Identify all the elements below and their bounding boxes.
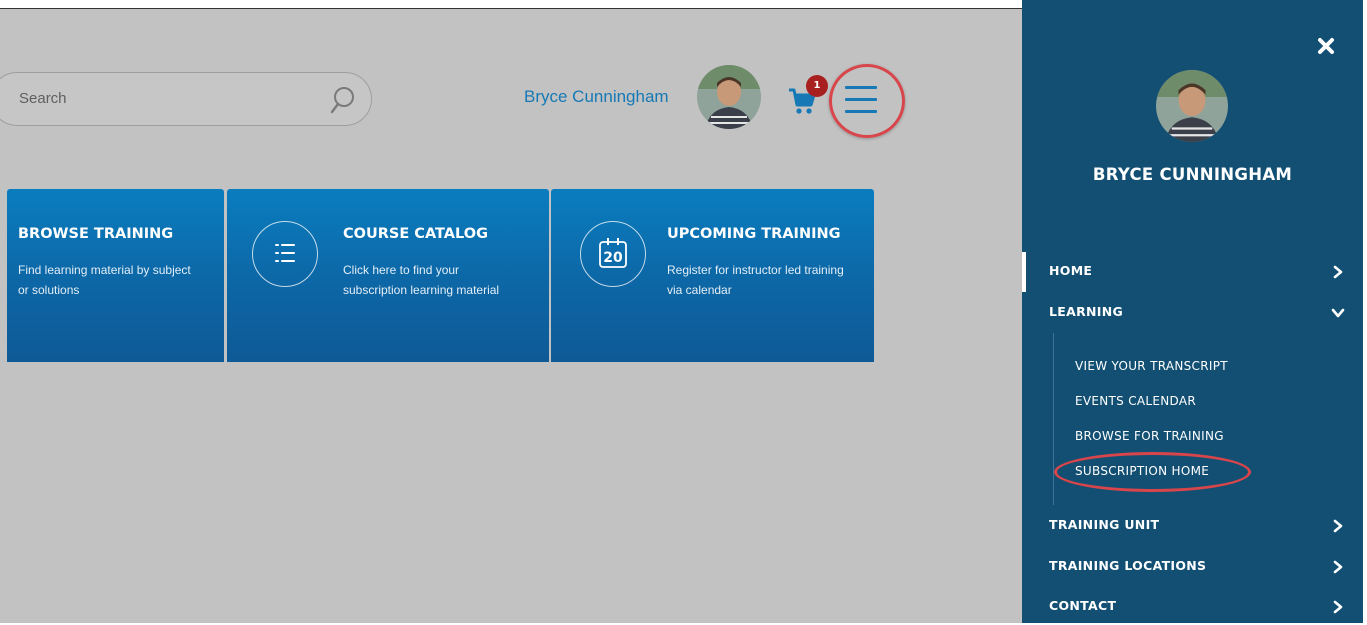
sidebar-item-label: HOME [1049, 263, 1093, 278]
sidebar-item-label: LEARNING [1049, 304, 1124, 319]
search-icon[interactable] [329, 85, 357, 115]
calendar-icon-text: 20 [603, 250, 623, 266]
sidebar-item-label: TRAINING UNIT [1049, 517, 1160, 532]
card-description: Register for instructor led training via… [667, 263, 844, 297]
side-menu: BRYCE CUNNINGHAM HOME LEARNING VIEW YOUR… [1022, 0, 1363, 623]
sidebar-item-training-locations[interactable]: TRAINING LOCATIONS [1049, 558, 1345, 578]
sidebar-item-contact[interactable]: CONTACT [1049, 598, 1345, 618]
card-title: BROWSE TRAINING [18, 226, 174, 242]
sidebar-item-training-unit[interactable]: TRAINING UNIT [1049, 517, 1345, 537]
cart-count-badge: 1 [806, 75, 828, 97]
submenu-item-browse-training[interactable]: BROWSE FOR TRAINING [1075, 429, 1224, 443]
header-user-name[interactable]: Bryce Cunningham [524, 87, 669, 107]
card-course-catalog[interactable]: COURSE CATALOG Click here to find your s… [227, 189, 549, 362]
sidebar-item-label: TRAINING LOCATIONS [1049, 558, 1207, 573]
sidebar-user-name: BRYCE CUNNINGHAM [1092, 165, 1293, 184]
subscription-highlight-ring [1054, 452, 1251, 492]
search-input[interactable]: Search [19, 90, 67, 107]
chevron-right-icon [1333, 519, 1343, 533]
window-right-border [1363, 0, 1367, 625]
card-title: COURSE CATALOG [343, 226, 488, 242]
submenu-guide [1053, 333, 1054, 505]
search-field[interactable]: Search [0, 72, 372, 126]
chevron-down-icon [1331, 308, 1345, 318]
card-description: Find learning material by subject or sol… [18, 263, 191, 297]
sidebar-item-home[interactable]: HOME [1049, 263, 1345, 283]
avatar[interactable] [697, 65, 761, 129]
active-indicator [1022, 252, 1026, 292]
sidebar-item-label: CONTACT [1049, 598, 1117, 613]
card-browse-training[interactable]: BROWSE TRAINING Find learning material b… [7, 189, 224, 362]
sidebar-avatar [1156, 70, 1228, 142]
submenu-item-events-calendar[interactable]: EVENTS CALENDAR [1075, 394, 1196, 408]
card-title: UPCOMING TRAINING [667, 226, 841, 242]
card-upcoming-training[interactable]: 20 UPCOMING TRAINING Register for instru… [551, 189, 874, 362]
chevron-right-icon [1333, 600, 1343, 614]
sidebar-item-learning[interactable]: LEARNING [1049, 304, 1345, 324]
chevron-right-icon [1333, 560, 1343, 574]
submenu-item-transcript[interactable]: VIEW YOUR TRANSCRIPT [1075, 359, 1228, 373]
list-icon [252, 221, 318, 287]
menu-icon[interactable] [845, 86, 877, 114]
calendar-icon: 20 [580, 221, 646, 287]
quick-links: BROWSE TRAINING Find learning material b… [0, 189, 874, 362]
chevron-right-icon [1333, 265, 1343, 279]
card-description: Click here to find your subscription lea… [343, 263, 500, 297]
close-icon[interactable] [1316, 36, 1336, 56]
